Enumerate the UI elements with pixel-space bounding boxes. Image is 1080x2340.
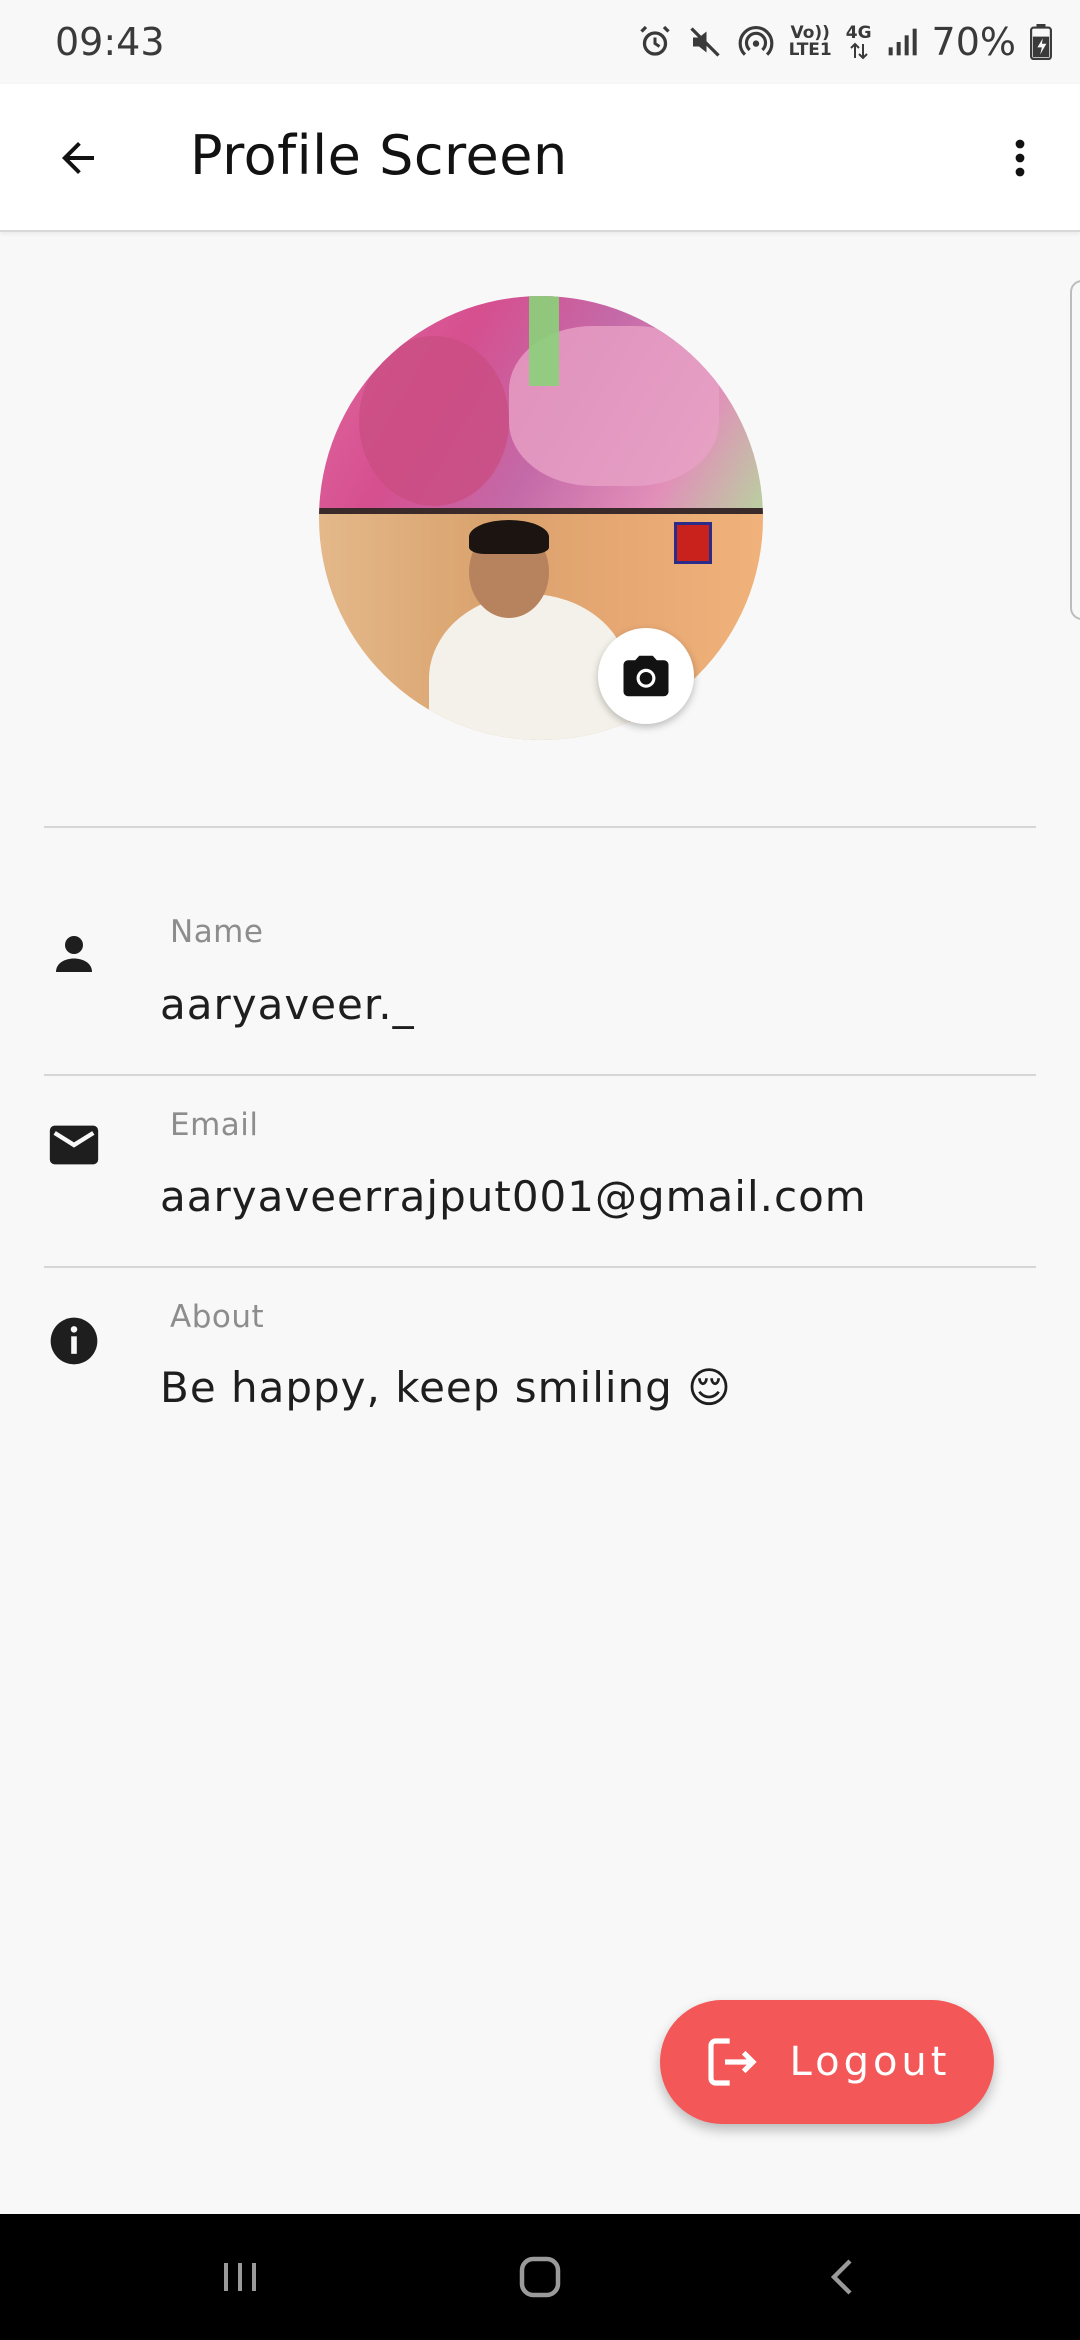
data-activity-indicator: 4G [846,24,872,60]
alarm-icon [637,24,673,60]
info-icon [44,1311,104,1371]
email-row[interactable]: Email aaryaveerrajput001@gmail.com [0,1077,1080,1269]
back-button[interactable] [44,124,112,192]
row-divider [44,1266,1036,1268]
profile-avatar[interactable] [319,296,763,740]
battery-percent: 70% [931,20,1016,64]
status-icons: Vo)) LTE1 4G 70% [637,18,1052,66]
row-divider [44,1074,1036,1076]
volte-indicator: Vo)) LTE1 [788,23,832,60]
about-row[interactable]: About Be happy, keep smiling 😌 [0,1269,1080,1461]
chevron-left-icon [830,2259,852,2295]
email-icon [44,1115,104,1175]
home-icon [519,2256,561,2298]
section-divider [44,826,1036,828]
more-vert-icon [1015,139,1025,177]
app-bar: Profile Screen [0,84,1080,232]
name-value: aaryaveer._ [160,980,415,1029]
status-time: 09:43 [55,20,165,64]
logout-label: Logout [789,2039,951,2085]
person-icon [44,924,104,984]
name-label: Name [170,914,264,950]
logout-button[interactable]: Logout [660,2000,994,2124]
back-nav-button[interactable] [784,2214,904,2340]
email-label: Email [170,1107,259,1143]
change-photo-button[interactable] [598,628,694,724]
name-row[interactable]: Name aaryaveer._ [0,884,1080,1076]
edge-panel-handle[interactable] [1070,280,1080,620]
avatar-photo-bottom [319,514,763,740]
page-title: Profile Screen [190,124,568,187]
avatar-photo-top [319,296,763,508]
email-value: aaryaveerrajput001@gmail.com [160,1172,867,1221]
camera-icon [623,655,669,697]
channel-logo [674,522,712,564]
logout-icon [707,2038,757,2086]
about-value: Be happy, keep smiling 😌 [160,1363,732,1412]
signal-icon [886,26,918,58]
home-button[interactable] [480,2214,600,2340]
system-nav-bar [0,2214,1080,2340]
about-label: About [170,1299,265,1335]
mute-icon [687,24,723,60]
arrow-back-icon [62,142,94,174]
battery-icon [1030,24,1052,60]
recents-icon [224,2263,256,2291]
recents-button[interactable] [180,2214,300,2340]
status-bar: 09:43 Vo)) LTE1 4G 70% [0,0,1080,84]
hotspot-icon [737,23,775,61]
more-options-button[interactable] [986,124,1054,192]
